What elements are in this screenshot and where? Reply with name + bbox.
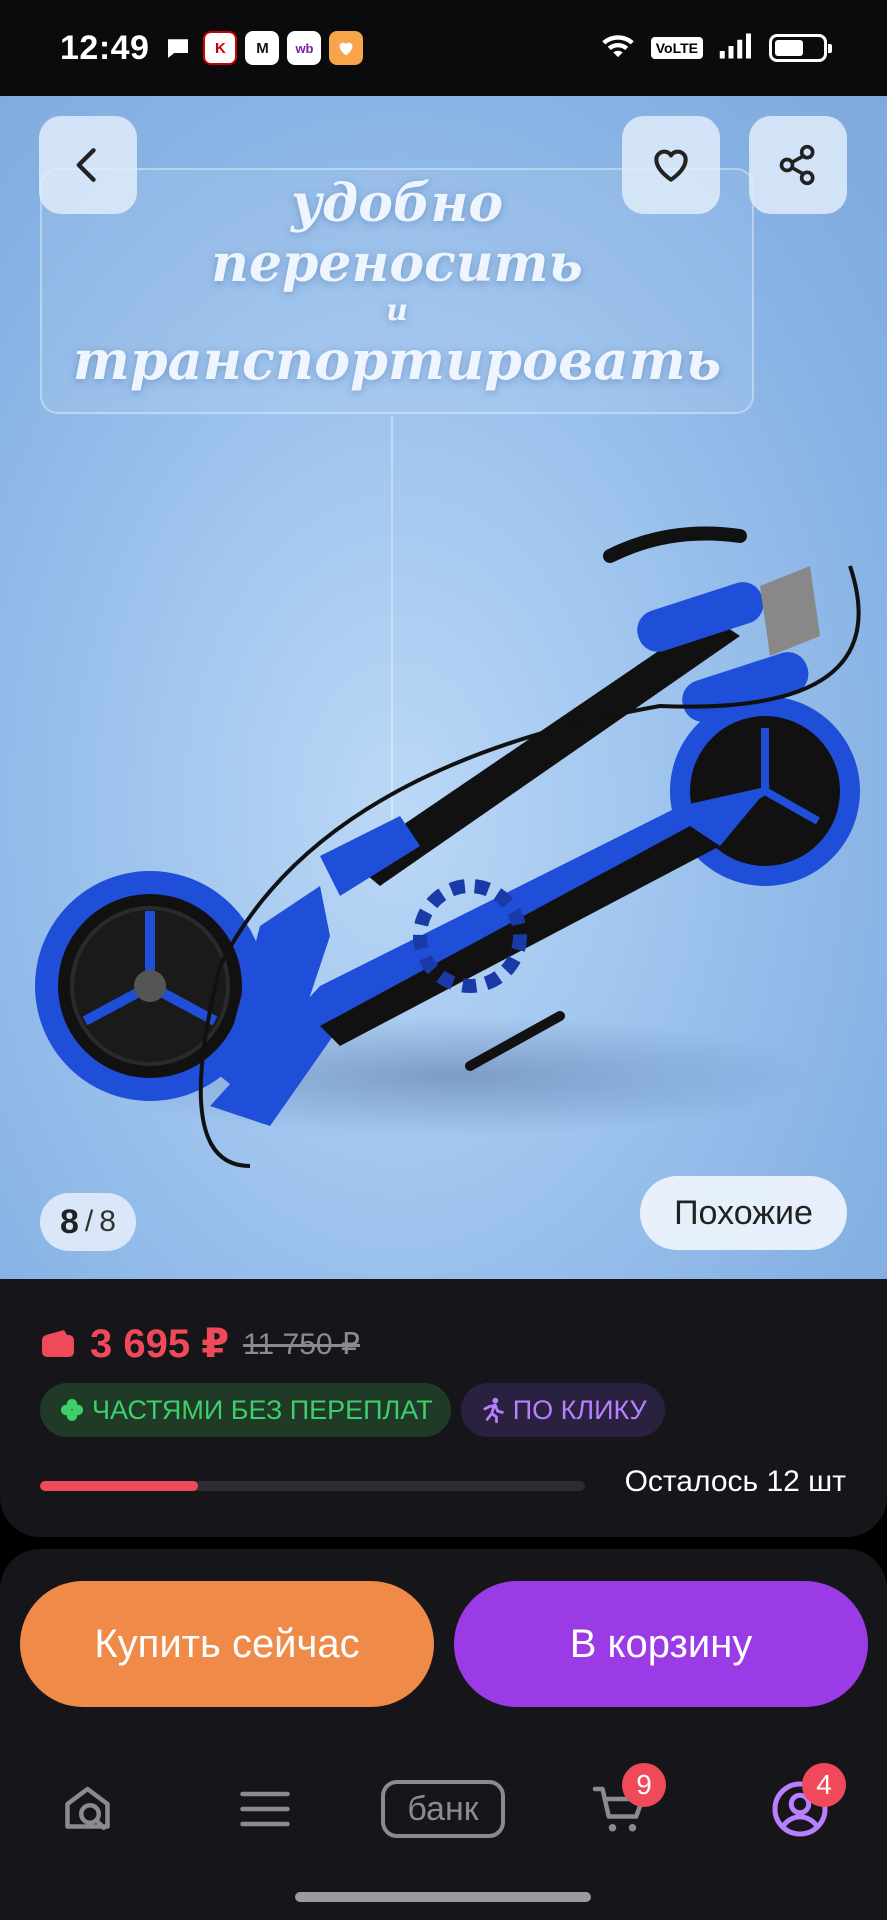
- bank-label: банк: [381, 1780, 505, 1838]
- promo-badges: ЧАСТЯМИ БЕЗ ПЕРЕПЛАТ ПО КЛИКУ: [40, 1383, 665, 1437]
- status-bar: 12:49 K M wb VoLTE: [0, 0, 887, 96]
- favorite-button[interactable]: [622, 116, 720, 214]
- status-time: 12:49: [60, 28, 150, 67]
- tagline-line: транспортировать: [72, 328, 722, 392]
- magnit-app-icon: M: [245, 31, 280, 65]
- chevron-left-icon: [76, 148, 96, 182]
- heart-icon: [654, 149, 688, 182]
- installments-badge-label: ЧАСТЯМИ БЕЗ ПЕРЕПЛАТ: [92, 1394, 433, 1425]
- stock-remaining: Осталось 12 шт: [624, 1465, 846, 1498]
- wallet-icon: [42, 1330, 74, 1357]
- signal-icon: [717, 31, 755, 66]
- price-card: 3 695 ₽ 11 750 ₽ ЧАСТЯМИ БЕЗ ПЕРЕПЛАТ ПО…: [0, 1279, 887, 1537]
- system-icons: VoLTE: [599, 27, 832, 70]
- battery-icon: [769, 34, 832, 62]
- notification-icons: K M wb: [161, 31, 364, 65]
- profile-notification-badge: 4: [802, 1763, 846, 1807]
- counter-separator: /: [84, 1205, 94, 1238]
- nav-bank[interactable]: банк: [380, 1759, 506, 1859]
- one-click-badge-label: ПО КЛИКУ: [512, 1394, 647, 1425]
- nav-catalog[interactable]: [215, 1759, 315, 1859]
- price-row: 3 695 ₽ 11 750 ₽: [40, 1321, 360, 1367]
- tagline-line: и: [386, 293, 408, 328]
- nav-search[interactable]: [40, 1759, 140, 1859]
- back-button[interactable]: [39, 116, 137, 214]
- kp-app-icon: K: [203, 31, 238, 65]
- one-click-badge[interactable]: ПО КЛИКУ: [460, 1383, 665, 1437]
- action-bar: Купить сейчас В корзину банк 9 4: [0, 1549, 887, 1920]
- home-indicator[interactable]: [295, 1892, 591, 1902]
- wifi-icon: [599, 27, 637, 70]
- product-gallery[interactable]: удобно переносить и транспортировать 8 /…: [0, 96, 887, 1279]
- volte-icon: VoLTE: [650, 37, 703, 59]
- cart-count-badge: 9: [622, 1763, 666, 1807]
- clover-icon: [60, 1398, 84, 1422]
- heart-app-icon: [329, 31, 364, 65]
- counter-total: 8: [99, 1205, 116, 1238]
- nav-cart[interactable]: 9: [570, 1759, 670, 1859]
- home-search-icon: [65, 1786, 110, 1830]
- menu-icon: [240, 1791, 290, 1827]
- add-to-cart-button[interactable]: В корзину: [454, 1581, 868, 1707]
- wb-app-icon: wb: [287, 31, 322, 65]
- running-icon: [483, 1397, 504, 1424]
- current-price: 3 695 ₽: [90, 1322, 230, 1366]
- image-counter: 8 / 8: [40, 1193, 136, 1251]
- stock-progress-fill: [40, 1481, 199, 1491]
- nav-profile[interactable]: 4: [750, 1759, 850, 1859]
- old-price: 11 750 ₽: [243, 1327, 360, 1361]
- chat-icon: [161, 31, 195, 65]
- similar-products-button[interactable]: Похожие: [640, 1176, 847, 1250]
- tagline-line: переносить: [211, 233, 583, 294]
- bottom-nav: банк 9 4: [0, 1759, 887, 1859]
- share-icon: [779, 144, 815, 186]
- installments-badge[interactable]: ЧАСТЯМИ БЕЗ ПЕРЕПЛАТ: [40, 1383, 451, 1437]
- buy-now-button[interactable]: Купить сейчас: [20, 1581, 434, 1707]
- counter-current: 8: [60, 1202, 79, 1241]
- share-button[interactable]: [749, 116, 847, 214]
- scooter-image: [35, 526, 861, 1168]
- stock-progress-bar: [40, 1481, 585, 1491]
